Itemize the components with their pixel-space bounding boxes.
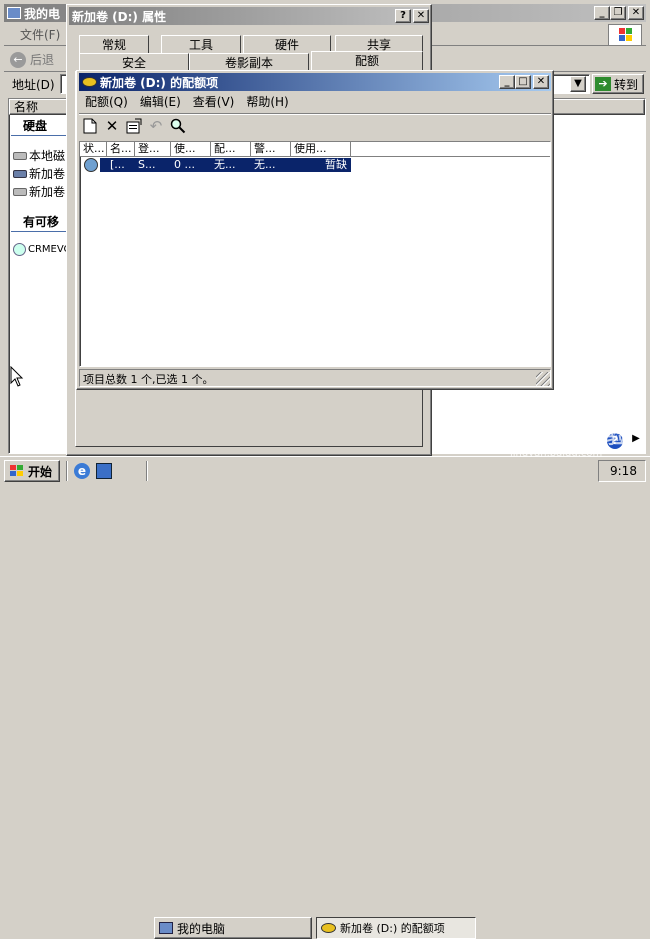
back-button[interactable]: ← 后退 xyxy=(10,51,54,68)
windows-logo xyxy=(608,24,642,46)
explorer-caption-buttons: _ ❐ ✕ xyxy=(594,6,644,20)
menu-help[interactable]: 帮助(H) xyxy=(240,93,294,113)
menu-quota[interactable]: 配额(Q) xyxy=(79,93,134,113)
cd-drive-item[interactable]: CRMEVO xyxy=(13,243,71,256)
quota-entry-icon xyxy=(84,158,98,172)
drive-item[interactable]: 本地磁 xyxy=(13,147,65,164)
clock[interactable]: 9:18 xyxy=(610,464,637,478)
drive-icon xyxy=(13,151,27,160)
cell-name: [... xyxy=(110,158,125,171)
delete-icon[interactable]: ✕ xyxy=(101,116,123,136)
quota-window: 新加卷 (D:) 的配额项 _ □ ✕ 配额(Q) 编辑(E) 查看(V) 帮助… xyxy=(76,70,554,390)
properties-titlebar[interactable]: 新加卷 (D:) 属性 xyxy=(69,7,429,25)
drive-icon xyxy=(13,169,27,178)
properties-help-button[interactable]: ? xyxy=(395,9,411,23)
explorer-menu-file[interactable]: 文件(F) xyxy=(14,26,66,44)
col-quota-limit[interactable]: 配... xyxy=(211,142,251,157)
menu-edit[interactable]: 编辑(E) xyxy=(134,93,187,113)
col-status[interactable]: 状... xyxy=(80,142,107,157)
col-amount-used[interactable]: 使... xyxy=(171,142,211,157)
explorer-close-button[interactable]: ✕ xyxy=(628,6,644,20)
start-button[interactable]: 开始 xyxy=(4,460,60,482)
cell-amount-used: 0 ... xyxy=(174,158,195,171)
group-divider xyxy=(11,135,69,136)
drive-icon xyxy=(13,187,27,196)
cell-quota-limit: 无... xyxy=(214,158,236,171)
column-header-name[interactable]: 名称 xyxy=(9,99,69,115)
address-dropdown-button[interactable]: ▼ xyxy=(570,76,586,92)
go-button[interactable]: ➔ 转到 xyxy=(592,74,644,94)
properties-close-button[interactable]: ✕ xyxy=(413,9,429,23)
quota-maximize-button[interactable]: □ xyxy=(515,75,531,89)
menu-view[interactable]: 查看(V) xyxy=(187,93,241,113)
internet-explorer-icon[interactable]: e xyxy=(74,463,90,479)
quota-close-button[interactable]: ✕ xyxy=(533,75,549,89)
watermark-logo: Bai du 经验 xyxy=(500,424,628,448)
col-warning-level[interactable]: 警... xyxy=(251,142,291,157)
quota-list: 状... 名... 登... 使... 配... 警... 使用... [...… xyxy=(79,141,551,367)
properties-icon[interactable] xyxy=(123,116,145,136)
quota-statusbar: 项目总数 1 个,已选 1 个。 xyxy=(79,369,551,387)
explorer-maximize-button[interactable]: ❐ xyxy=(610,6,626,20)
taskbar-item-quota-entries[interactable]: 新加卷 (D:) 的配额项 xyxy=(316,917,476,939)
my-computer-icon xyxy=(159,922,173,934)
properties-title: 新加卷 (D:) 属性 xyxy=(72,9,167,24)
table-row[interactable]: [... S... 0 ... 无... 无... 暂缺 xyxy=(80,158,351,172)
undo-icon[interactable]: ↶ xyxy=(145,116,167,136)
explorer-title: 我的电 xyxy=(24,6,61,21)
quota-title: 新加卷 (D:) 的配额项 xyxy=(100,75,219,90)
taskbar-item-my-computer[interactable]: 我的电脑 xyxy=(154,917,312,939)
resize-grip-icon[interactable] xyxy=(536,372,550,386)
find-icon[interactable] xyxy=(167,116,189,136)
quota-task-icon xyxy=(321,923,336,933)
quota-menubar: 配额(Q) 编辑(E) 查看(V) 帮助(H) xyxy=(79,93,551,113)
drive-item[interactable]: 新加卷 xyxy=(13,165,65,182)
taskbar: 开始 e 我的电脑 新加卷 (D:) 的配额项 9:18 xyxy=(0,456,650,939)
quota-title-icon xyxy=(82,77,97,87)
explorer-left-pane: 名称 硬盘 本地磁 新加卷 新加卷 有可移 CRMEVO xyxy=(8,98,71,454)
explorer-minimize-button[interactable]: _ xyxy=(594,6,610,20)
baidu-watermark: Bai du 经验 jingyan.baidu.com xyxy=(500,420,650,460)
go-arrow-icon: ➔ xyxy=(595,77,611,91)
removable-group-header: 有可移 xyxy=(23,215,60,229)
quota-minimize-button[interactable]: _ xyxy=(499,75,515,89)
group-divider xyxy=(11,231,69,232)
hard-disk-group-header: 硬盘 xyxy=(23,119,48,133)
cd-drive-icon xyxy=(13,243,26,256)
cell-warning-level: 无... xyxy=(254,158,276,171)
explorer-title-icon xyxy=(7,7,21,19)
cell-percent-used: 暂缺 xyxy=(325,158,347,171)
mouse-cursor-icon xyxy=(10,366,24,387)
quota-toolbar: ✕ ↶ xyxy=(79,115,189,137)
quota-titlebar[interactable]: 新加卷 (D:) 的配额项 xyxy=(79,73,551,91)
system-tray: 9:18 xyxy=(598,460,646,482)
col-percent-used[interactable]: 使用... xyxy=(291,142,351,157)
tab-general[interactable]: 常规 xyxy=(79,35,149,54)
col-logon-name[interactable]: 登... xyxy=(135,142,171,157)
address-label: 地址(D) xyxy=(12,78,55,92)
cell-logon-name: S... xyxy=(138,158,156,171)
col-filler xyxy=(351,142,550,157)
col-name[interactable]: 名... xyxy=(107,142,135,157)
show-desktop-icon[interactable] xyxy=(96,463,112,479)
tab-quota[interactable]: 配额 xyxy=(311,51,423,72)
new-entry-icon[interactable] xyxy=(79,116,101,136)
tasks-divider xyxy=(146,461,148,481)
status-text: 项目总数 1 个,已选 1 个。 xyxy=(83,373,214,386)
windows-flag-icon xyxy=(10,465,23,476)
quicklaunch-divider xyxy=(66,461,68,481)
tab-tools[interactable]: 工具 xyxy=(161,35,241,54)
drive-item[interactable]: 新加卷 xyxy=(13,183,65,200)
back-arrow-icon: ← xyxy=(10,51,26,68)
